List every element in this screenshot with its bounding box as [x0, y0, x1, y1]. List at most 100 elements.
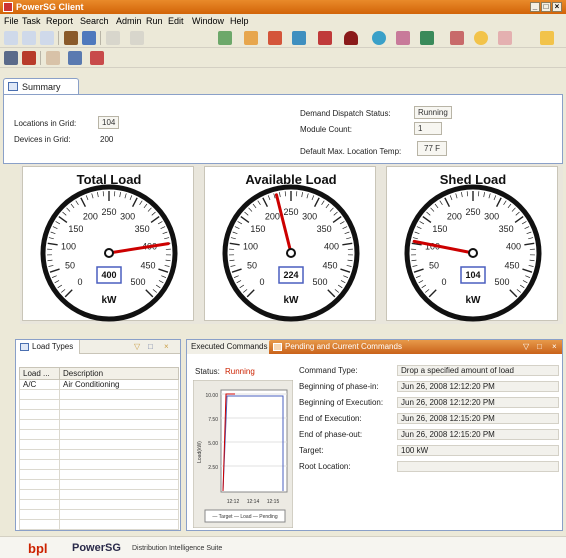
- table-row[interactable]: [19, 469, 179, 480]
- field-value: 100 kW: [397, 445, 559, 456]
- close-button[interactable]: ×: [552, 2, 562, 12]
- toolbar-separator: [40, 51, 41, 65]
- table-row[interactable]: [19, 429, 179, 440]
- tab-pending-commands[interactable]: Pending and Current Commands: [269, 340, 409, 354]
- maximize-button[interactable]: □: [541, 2, 551, 12]
- gauge-shed-load: Shed Load 0 50 100 150 200 250 300 350 400 450 500 1…: [386, 166, 558, 322]
- gauge-tick-label: 450: [504, 261, 519, 271]
- pen-icon[interactable]: [420, 31, 434, 45]
- menu-task[interactable]: Task: [22, 16, 41, 26]
- gauge-tick-label: 200: [83, 211, 98, 221]
- table-row[interactable]: A/C Air Conditioning: [19, 379, 179, 390]
- pending-tab-label: Pending and Current Commands: [285, 342, 402, 351]
- column-header-load[interactable]: Load ...: [19, 367, 60, 380]
- menu-file[interactable]: File: [4, 16, 19, 26]
- toolbar-secondary: [0, 48, 566, 68]
- field-value: Jun 26, 2008 12:15:20 PM: [397, 429, 559, 440]
- filter-icon[interactable]: [498, 31, 512, 45]
- gauge-tick-label: 500: [130, 277, 145, 287]
- dispatch-value: Running: [414, 106, 452, 119]
- menu-help[interactable]: Help: [230, 16, 249, 26]
- table-row[interactable]: [19, 439, 179, 450]
- arrow-icon[interactable]: [244, 31, 258, 45]
- location-icon[interactable]: [396, 31, 410, 45]
- status-value: Running: [225, 367, 255, 376]
- menu-run[interactable]: Run: [146, 16, 163, 26]
- tab-executed-commands[interactable]: Executed Commands: [187, 340, 274, 354]
- shed-icon[interactable]: [318, 31, 332, 45]
- refresh-icon[interactable]: [372, 31, 386, 45]
- undo-icon[interactable]: [106, 31, 120, 45]
- tab-load-types[interactable]: Load Types: [16, 340, 81, 354]
- table-row[interactable]: [19, 449, 179, 460]
- empty-cell: [19, 419, 60, 430]
- load-types-panel: Load Types ▽ □ × Load ... Description A/…: [15, 339, 181, 531]
- commands-panel: Executed Commands Pending and Current Co…: [186, 339, 563, 531]
- footer: bpl PowerSG Distribution Intelligence Su…: [0, 536, 566, 558]
- save-icon[interactable]: [40, 31, 54, 45]
- empty-cell: [19, 469, 60, 480]
- window-title: PowerSG Client: [16, 2, 84, 12]
- menu-report[interactable]: Report: [46, 16, 73, 26]
- user-icon[interactable]: [22, 51, 36, 65]
- house-icon[interactable]: [4, 51, 18, 65]
- column-header-description[interactable]: Description: [59, 367, 179, 380]
- empty-cell: [59, 499, 179, 510]
- field-label: Command Type:: [299, 366, 358, 375]
- table-row[interactable]: [19, 399, 179, 410]
- minimize-button[interactable]: _: [530, 2, 540, 12]
- x-tick-label: 12:15: [267, 499, 280, 505]
- view-menu-icon[interactable]: ▽: [523, 342, 529, 351]
- maximize-view-icon[interactable]: □: [537, 342, 542, 351]
- alert-icon[interactable]: [474, 31, 488, 45]
- field-value: Jun 26, 2008 12:12:20 PM: [397, 381, 559, 392]
- app-window: PowerSG Client _ □ × File Task Report Se…: [0, 0, 566, 558]
- table-icon: [273, 343, 282, 351]
- table-row[interactable]: [19, 459, 179, 470]
- close-view-icon[interactable]: ×: [164, 342, 169, 351]
- table-row[interactable]: [19, 389, 179, 400]
- gauge-unit: kW: [102, 295, 118, 306]
- temp-label: Default Max. Location Temp:: [300, 147, 402, 156]
- gauge-tick-label: 500: [494, 277, 509, 287]
- tab-summary[interactable]: Summary: [3, 78, 79, 94]
- search-dropdown-icon[interactable]: [90, 51, 104, 65]
- load-cell: A/C: [19, 379, 60, 390]
- table-row[interactable]: [19, 499, 179, 510]
- empty-cell: [19, 449, 60, 460]
- gauge-tick-label: 300: [120, 211, 135, 221]
- field-label: Beginning of Execution:: [299, 398, 384, 407]
- close-view-icon[interactable]: ×: [552, 342, 557, 351]
- toolbar-separator: [58, 31, 59, 45]
- gauge-readout: 400: [101, 270, 116, 280]
- chart-icon[interactable]: [218, 31, 232, 45]
- device-icon[interactable]: [450, 31, 464, 45]
- view-menu-icon[interactable]: ▽: [134, 342, 140, 351]
- redo-icon[interactable]: [130, 31, 144, 45]
- tool-icon[interactable]: [46, 51, 60, 65]
- table-row[interactable]: [19, 419, 179, 430]
- globe-icon[interactable]: [292, 31, 306, 45]
- table-row[interactable]: [19, 409, 179, 420]
- users-icon[interactable]: [68, 51, 82, 65]
- menu-admin[interactable]: Admin: [116, 16, 142, 26]
- print-icon[interactable]: [64, 31, 78, 45]
- menu-window[interactable]: Window: [192, 16, 224, 26]
- maximize-view-icon[interactable]: □: [148, 342, 153, 351]
- empty-cell: [59, 399, 179, 410]
- gauge-unit: kW: [284, 295, 300, 306]
- warning-icon[interactable]: [540, 31, 554, 45]
- table-row[interactable]: [19, 519, 179, 530]
- calendar-icon[interactable]: [82, 31, 96, 45]
- open-icon[interactable]: [22, 31, 36, 45]
- empty-cell: [59, 459, 179, 470]
- menu-search[interactable]: Search: [80, 16, 109, 26]
- plot-area: [220, 389, 288, 493]
- gauge-icon[interactable]: [344, 31, 358, 45]
- table-row[interactable]: [19, 479, 179, 490]
- table-row[interactable]: [19, 489, 179, 500]
- menu-edit[interactable]: Edit: [168, 16, 184, 26]
- new-icon[interactable]: [4, 31, 18, 45]
- table-row[interactable]: [19, 509, 179, 520]
- flag-icon[interactable]: [268, 31, 282, 45]
